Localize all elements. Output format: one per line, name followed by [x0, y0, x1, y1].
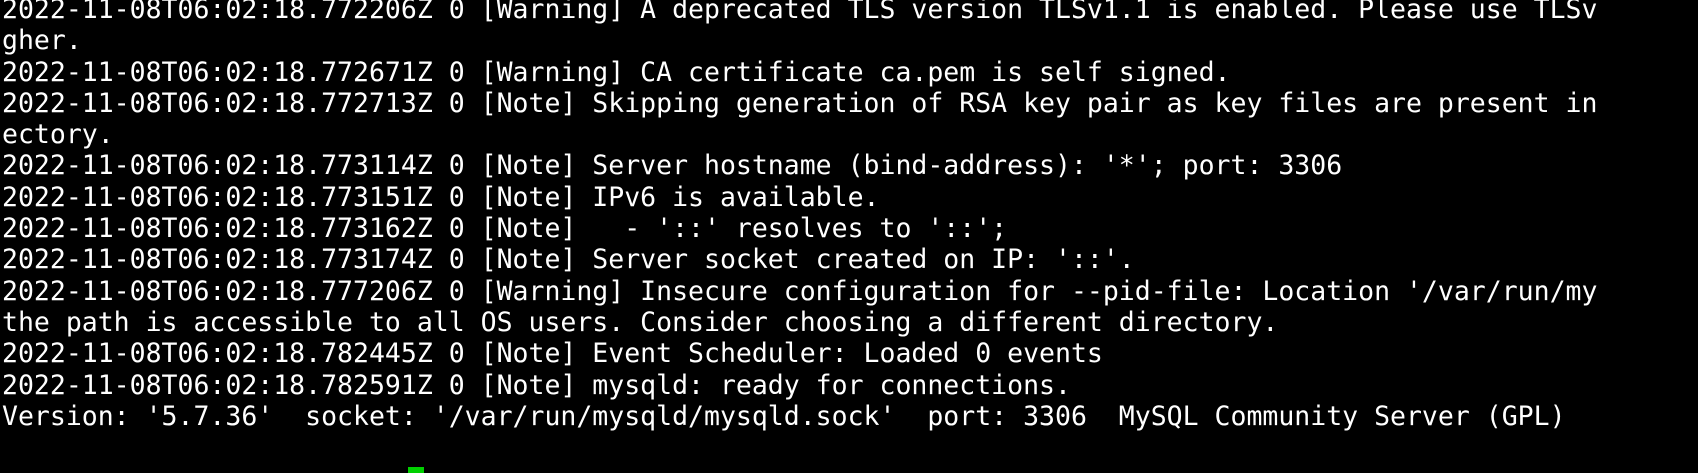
terminal-window[interactable]: 2022-11-08T06:02:18.772206Z 0 [Warning] …: [0, 0, 1698, 473]
log-line: 2022-11-08T06:02:18.782591Z 0 [Note] mys…: [2, 369, 1071, 401]
log-line: the path is accessible to all OS users. …: [2, 306, 1279, 338]
text-cursor: [408, 467, 424, 473]
log-line: 2022-11-08T06:02:18.773174Z 0 [Note] Ser…: [2, 244, 1135, 276]
log-line: Version: '5.7.36' socket: '/var/run/mysq…: [2, 400, 1566, 432]
log-line: 2022-11-08T06:02:18.772713Z 0 [Note] Ski…: [2, 87, 1598, 119]
log-line: 2022-11-08T06:02:18.773162Z 0 [Note] - '…: [2, 213, 1008, 245]
log-line: 2022-11-08T06:02:18.772206Z 0 [Warning] …: [2, 0, 1598, 25]
log-line: ectory.: [2, 119, 114, 151]
log-line: 2022-11-08T06:02:18.772671Z 0 [Warning] …: [2, 56, 1231, 88]
log-line: 2022-11-08T06:02:18.773151Z 0 [Note] IPv…: [2, 181, 880, 213]
terminal-output: 2022-11-08T06:02:18.772206Z 0 [Warning] …: [2, 0, 1597, 432]
log-line: gher.: [2, 25, 82, 57]
log-line: 2022-11-08T06:02:18.777206Z 0 [Warning] …: [2, 275, 1598, 307]
log-line: 2022-11-08T06:02:18.782445Z 0 [Note] Eve…: [2, 338, 1103, 370]
log-line: 2022-11-08T06:02:18.773114Z 0 [Note] Ser…: [2, 150, 1343, 182]
